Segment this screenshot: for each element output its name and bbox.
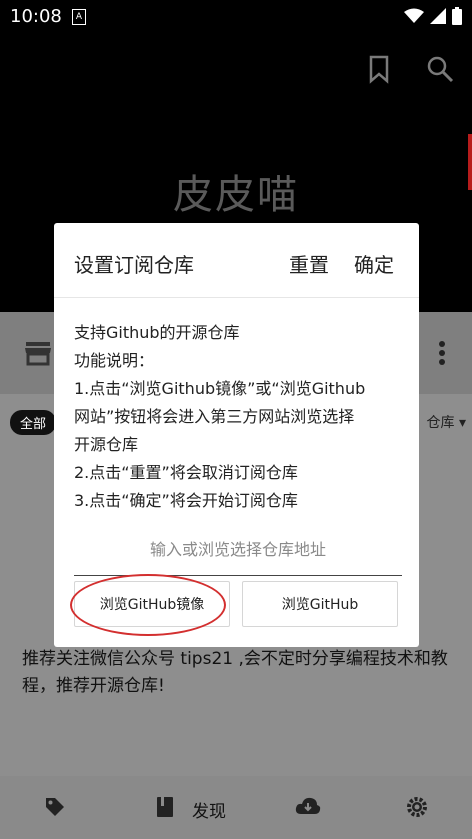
desc-line: 功能说明： [74, 351, 155, 370]
desc-line: 开源仓库 [74, 435, 139, 454]
cloud-download-icon[interactable] [295, 796, 321, 816]
more-vert-icon[interactable] [438, 340, 446, 366]
accent-edge [468, 134, 472, 190]
book-icon[interactable] [156, 796, 174, 818]
subscribe-repo-dialog: 设置订阅仓库 重置 确定 支持Github的开源仓库 功能说明： 1.点击“浏览… [54, 223, 419, 647]
filter-chip-all[interactable]: 全部 [10, 410, 57, 435]
desc-line: 2.点击“重置”将会取消订阅仓库 [74, 463, 298, 482]
recommend-text: 推荐关注微信公众号 tips21 ,会不定时分享编程技术和教程，推荐开源仓库! [22, 649, 448, 696]
dialog-divider [54, 297, 419, 298]
desc-line: 3.点击“确定”将会开始订阅仓库 [74, 491, 298, 510]
settings-icon[interactable] [406, 796, 428, 818]
desc-line: 网站”按钮将会进入第三方网站浏览选择 [74, 407, 355, 426]
repo-filter[interactable]: 仓库 ▾ [427, 412, 466, 432]
desc-line: 支持Github的开源仓库 [74, 323, 240, 342]
status-icons [404, 7, 462, 25]
battery-icon [452, 7, 462, 25]
repo-url-input[interactable] [74, 523, 402, 576]
confirm-button[interactable]: 确定 [354, 249, 394, 278]
bottom-nav: 发现 [0, 776, 472, 839]
status-bar: 10:08 A [0, 0, 472, 34]
desc-line: 1.点击“浏览Github镜像”或“浏览Github [74, 379, 366, 398]
discover-tab-label[interactable]: 发现 [192, 797, 226, 822]
app-title: 皮皮喵 [173, 172, 299, 218]
status-time: 10:08 [10, 6, 62, 27]
browse-github-mirror-button[interactable]: 浏览GitHub镜像 [74, 581, 230, 627]
dialog-title: 设置订阅仓库 [74, 253, 194, 277]
wifi-icon [404, 8, 424, 23]
tag-icon[interactable] [44, 796, 66, 818]
bookmark-icon[interactable] [364, 54, 394, 84]
reset-button[interactable]: 重置 [289, 249, 329, 278]
signal-icon [430, 8, 446, 24]
browse-github-button[interactable]: 浏览GitHub [242, 581, 398, 627]
notification-icon: A [72, 9, 86, 25]
store-icon[interactable] [24, 340, 52, 366]
search-icon[interactable] [425, 54, 455, 84]
dialog-description: 支持Github的开源仓库 功能说明： 1.点击“浏览Github镜像”或“浏览… [74, 319, 404, 515]
